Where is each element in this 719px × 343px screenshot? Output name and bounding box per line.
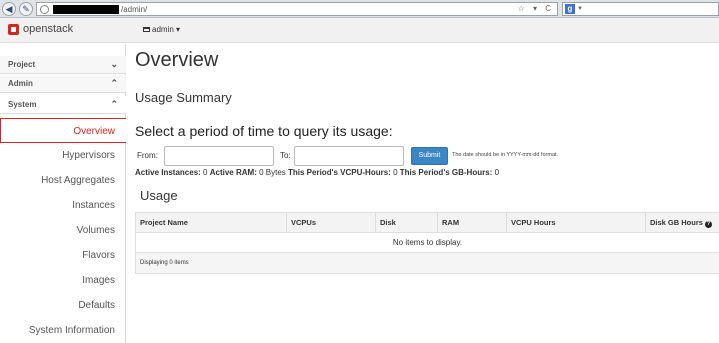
sidebar-item-instances[interactable]: Instances [0,193,126,218]
page-title: Overview [135,49,219,71]
chevron-up-icon: ⌃ [110,99,118,109]
usage-stats: Active Instances: 0 Active RAM: 0 Bytes … [135,168,499,178]
accordion-system[interactable]: System ⌃ [0,96,126,114]
accordion-admin[interactable]: Admin ⌃ [0,75,126,93]
sidebar-item-system-information[interactable]: System Information [0,318,126,343]
sidebar-item-volumes[interactable]: Volumes [0,218,126,243]
date-format-hint: The date should be in YYYY-mm-dd format. [452,152,559,158]
active-ram-label: Active RAM: [209,168,257,177]
gb-hours-value: 0 [494,168,500,177]
sidebar-item-hypervisors[interactable]: Hypervisors [0,143,126,168]
usage-table: Project Name VCPUs Disk RAM VCPU Hours D… [135,212,719,274]
back-arrow-icon[interactable]: ◀ [2,2,16,16]
caret-down-icon: ▾ [176,25,181,34]
column-header-disk-gb-hours[interactable]: Disk GB Hours? [645,213,719,233]
table-header: Project Name VCPUs Disk RAM VCPU Hours D… [136,213,719,233]
openstack-logo-icon [8,24,19,35]
browser-toolbar: ◀ ✎ /admin/ ☆ ▾ C g ▼ [0,0,719,18]
submit-button[interactable]: Submit [411,147,448,165]
chevron-up-icon: ⌃ [110,78,118,88]
chevron-down-icon[interactable]: ▼ [577,3,583,15]
chevron-down-icon: ⌄ [110,59,118,69]
globe-icon [40,5,49,14]
sidebar-item-images[interactable]: Images [0,268,126,293]
active-ram-value: 0 Bytes [259,168,286,177]
accordion-label: Admin [8,79,33,88]
app-header: openstack admin ▾ [0,18,719,43]
help-icon[interactable]: ? [704,221,712,228]
project-icon [143,27,150,32]
column-header-project-name[interactable]: Project Name [136,213,286,233]
active-instances-value: 0 [203,168,208,177]
usage-heading: Usage [140,188,178,203]
search-bar[interactable]: g ▼ [562,2,719,16]
from-date-input[interactable] [164,146,274,166]
redacted-host [53,5,119,14]
sidebar-item-overview[interactable]: Overview [0,118,126,143]
table-footer: Displaying 0 items [136,253,719,273]
empty-message: No items to display. [136,233,719,253]
project-dropdown-label: admin [152,25,174,34]
vcpu-hours-label: This Period's VCPU-Hours: [288,168,391,177]
google-icon[interactable]: g [565,4,575,14]
address-bar-icons[interactable]: ☆ ▾ C [518,3,554,15]
accordion-label: System [8,100,37,109]
from-label: From: [137,151,158,160]
column-header-label: Disk GB Hours [650,218,703,227]
column-header-ram[interactable]: RAM [437,213,506,233]
sidebar: Project ⌄ Admin ⌃ System ⌃ Overview Hype… [0,44,126,343]
logo-text[interactable]: openstack [23,22,73,36]
accordion-project[interactable]: Project ⌄ [0,56,126,74]
column-header-vcpus[interactable]: VCPUs [286,213,375,233]
column-header-disk[interactable]: Disk [375,213,437,233]
project-dropdown[interactable]: admin ▾ [143,25,180,35]
column-header-vcpu-hours[interactable]: VCPU Hours [506,213,645,233]
usage-summary-heading: Usage Summary [135,90,232,105]
active-instances-label: Active Instances: [135,168,201,177]
wrench-icon[interactable]: ✎ [19,2,33,16]
sidebar-item-defaults[interactable]: Defaults [0,293,126,318]
gb-hours-label: This Period's GB-Hours: [399,168,493,177]
to-date-input[interactable] [294,146,404,166]
to-label: To: [280,151,291,160]
query-heading: Select a period of time to query its usa… [135,123,393,139]
address-bar[interactable]: /admin/ ☆ ▾ C [36,2,558,16]
url-path: /admin/ [121,5,148,14]
sidebar-item-flavors[interactable]: Flavors [0,243,126,268]
vcpu-hours-value: 0 [393,168,398,177]
sidebar-item-host-aggregates[interactable]: Host Aggregates [0,168,126,193]
accordion-label: Project [8,60,36,69]
